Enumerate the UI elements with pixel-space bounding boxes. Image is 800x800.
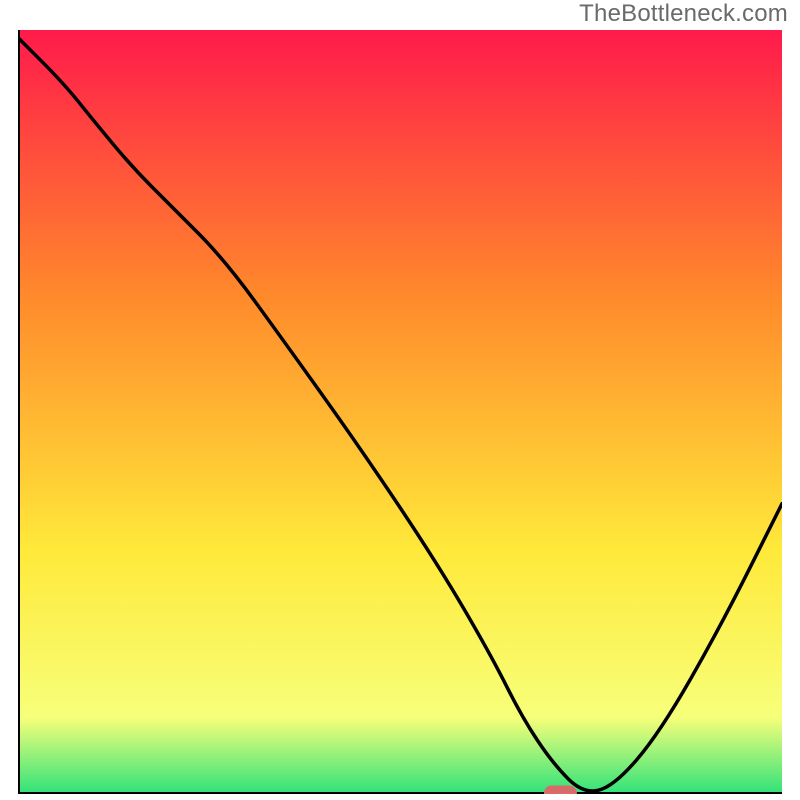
chart-gradient-background	[18, 30, 782, 794]
optimal-point-marker	[544, 786, 576, 794]
bottleneck-chart	[18, 30, 782, 794]
watermark-text: TheBottleneck.com	[579, 0, 788, 28]
